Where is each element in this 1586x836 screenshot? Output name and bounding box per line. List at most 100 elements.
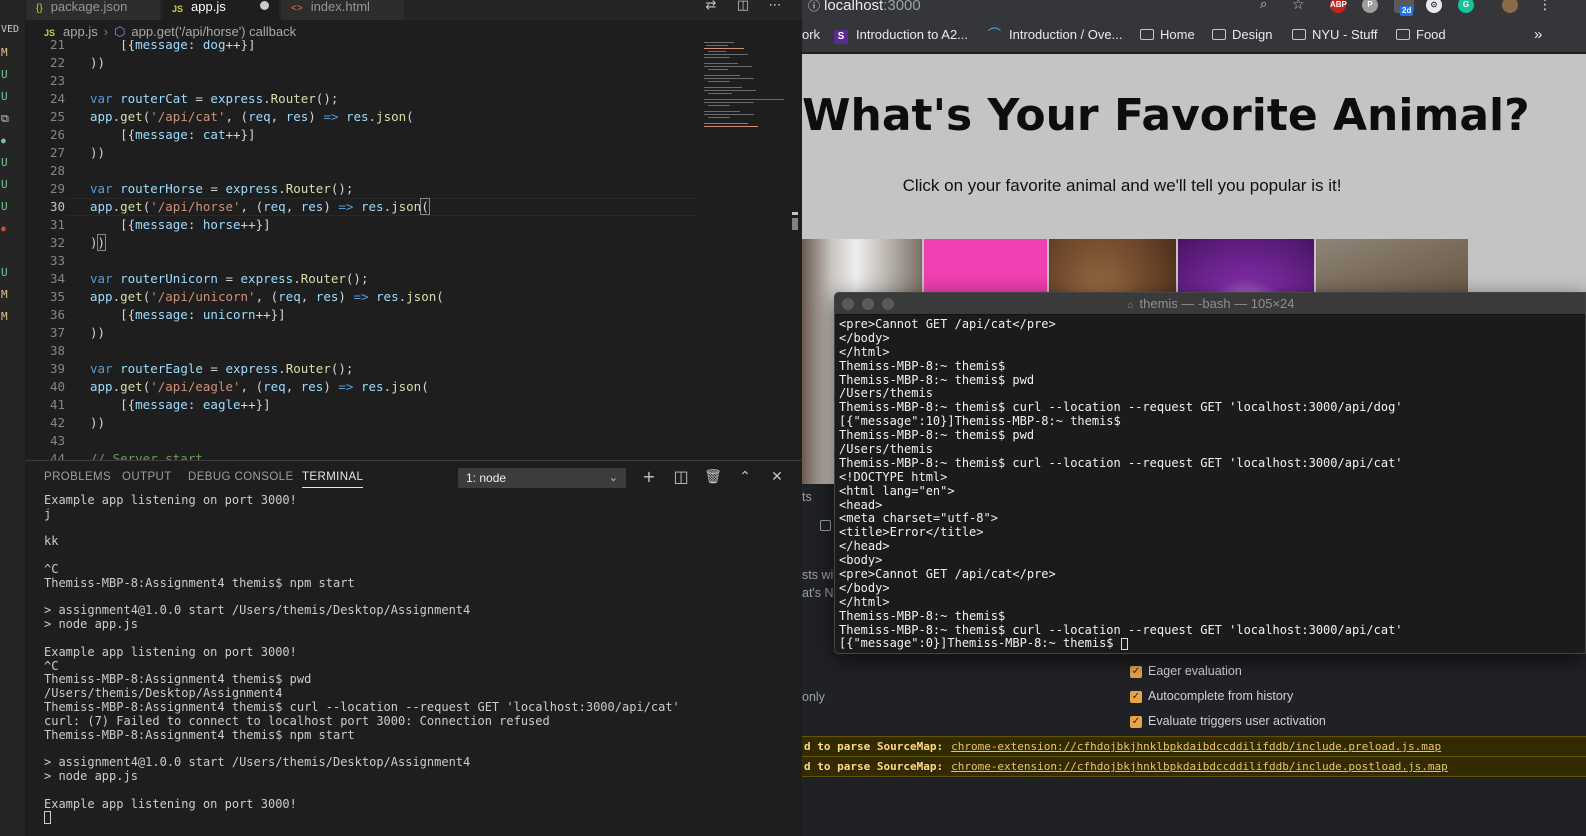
trash-icon[interactable]: 🗑 xyxy=(702,466,724,488)
tab-label: index.html xyxy=(310,0,370,14)
unsaved-dot-icon[interactable] xyxy=(260,1,269,10)
terminal-output[interactable]: <pre>Cannot GET /api/cat</pre> </body> <… xyxy=(839,317,1579,651)
breadcrumb-symbol[interactable]: app.get('/api/horse') callback xyxy=(131,24,296,39)
terminal-select[interactable]: 1: node ⌄ xyxy=(458,468,626,488)
more-actions-icon[interactable]: ⋯ xyxy=(766,0,784,14)
adblock-extension-icon[interactable]: ABP xyxy=(1330,0,1347,13)
code-editor[interactable]: 21 22 23 24 25 26 27 28 29 30 31 32 33 3… xyxy=(26,40,802,460)
git-status-untracked: U xyxy=(1,200,8,213)
terminal-title: ⌂ themis — -bash — 105×24 xyxy=(835,296,1585,311)
console-warning: d to parse SourceMap: chrome-extension://… xyxy=(802,736,1586,757)
collapse-icon[interactable]: ⧉ xyxy=(0,112,26,126)
split-terminal-icon[interactable]: ◫ xyxy=(670,466,692,488)
tab-problems[interactable]: PROBLEMS xyxy=(44,471,111,483)
code-line: [{message: horse++}] xyxy=(90,217,271,232)
terminal-line: ^C xyxy=(44,658,59,673)
bookmark-folder-nyu[interactable]: NYU - Stuff xyxy=(1292,26,1378,44)
bookmark-folder-food[interactable]: Food xyxy=(1396,26,1446,44)
grammarly-extension-icon[interactable]: G xyxy=(1458,0,1474,13)
bookmark-star-icon[interactable]: ☆ xyxy=(1292,0,1305,13)
pinterest-extension-icon[interactable]: P xyxy=(1362,0,1378,13)
integrated-terminal-output[interactable]: Example app listening on port 3000! j kk… xyxy=(44,493,794,825)
line-number: 44 xyxy=(49,451,65,460)
page-title: What's Your Favorite Animal? xyxy=(802,90,1530,141)
bookmark-item[interactable]: ⌒ Introduction / Ove... xyxy=(988,26,1122,44)
terminal-line: Example app listening on port 3000! xyxy=(44,796,297,811)
line-number: 31 xyxy=(49,217,65,232)
bookmark-folder-home[interactable]: Home xyxy=(1140,26,1195,44)
devtools-partial-text: sts wit xyxy=(802,568,837,582)
bottom-panel: PROBLEMS OUTPUT DEBUG CONSOLE TERMINAL 1… xyxy=(26,460,802,836)
js-file-icon: JS xyxy=(44,28,56,38)
terminal-line: <pre>Cannot GET /api/cat</pre> xyxy=(839,567,1056,582)
warning-text: d to parse SourceMap: xyxy=(804,740,944,753)
code-line: [{message: eagle++}] xyxy=(90,397,271,412)
tab-label: app.js xyxy=(191,0,226,14)
sourcemap-link[interactable]: chrome-extension://cfhdojbkjhnklbpkdaibd… xyxy=(951,740,1441,753)
terminal-line: </html> xyxy=(839,344,890,359)
avatar[interactable] xyxy=(1502,0,1518,13)
terminal-line: /Users/themis xyxy=(839,442,933,457)
evaluate-triggers-checkbox[interactable]: ✓ xyxy=(1130,716,1142,728)
bookmark-item[interactable]: ork xyxy=(802,26,820,44)
terminal-cursor-line xyxy=(44,811,794,825)
tab-app-js[interactable]: JS app.js xyxy=(162,0,280,20)
terminal-prompt-line: [{"message":0}]Themiss-MBP-8:~ themis$ xyxy=(839,637,1579,651)
add-terminal-icon[interactable]: + xyxy=(638,466,660,488)
code-line: [{message: dog++}] xyxy=(90,40,256,52)
bookmark-item[interactable]: S Introduction to A2... xyxy=(834,26,968,44)
tab-output[interactable]: OUTPUT xyxy=(122,471,172,483)
git-status-modified: M xyxy=(1,288,8,301)
terminal-titlebar[interactable]: ⌂ themis — -bash — 105×24 xyxy=(835,293,1585,315)
js-file-icon: JS xyxy=(172,4,184,14)
tab-debug-console[interactable]: DEBUG CONSOLE xyxy=(188,471,294,483)
bookmark-folder-design[interactable]: Design xyxy=(1212,26,1272,44)
terminal-title-text: themis — -bash — 105×24 xyxy=(1139,296,1295,311)
tab-package-json[interactable]: {} package.json xyxy=(26,0,161,20)
close-panel-icon[interactable]: ✕ xyxy=(766,466,788,488)
url-text[interactable]: localhost:3000 xyxy=(824,0,921,14)
mac-terminal-window[interactable]: ⌂ themis — -bash — 105×24 <pre>Cannot GET… xyxy=(834,292,1586,654)
folder-icon xyxy=(1140,29,1154,40)
breadcrumb-file[interactable]: app.js xyxy=(63,24,98,39)
checkbox[interactable] xyxy=(820,520,831,531)
console-warning: d to parse SourceMap: chrome-extension://… xyxy=(802,756,1586,777)
code-line: app.get('/api/horse', (req, res) => res.… xyxy=(90,198,430,215)
code-line: var routerUnicorn = express.Router(); xyxy=(90,271,369,286)
chevron-down-icon: ⌄ xyxy=(608,472,618,484)
devtools-partial-text: ts xyxy=(802,490,812,504)
minimap[interactable] xyxy=(702,40,788,140)
chrome-menu-icon[interactable]: ⋮ xyxy=(1538,0,1552,13)
terminal-line: <!DOCTYPE html> xyxy=(839,469,948,484)
terminal-line: [{"message":0}]Themiss-MBP-8:~ themis$ xyxy=(839,636,1121,651)
sourcemap-link[interactable]: chrome-extension://cfhdojbkjhnklbpkdaibd… xyxy=(951,760,1448,773)
split-editor-icon[interactable]: ◫ xyxy=(734,0,752,14)
line-number: 34 xyxy=(49,271,65,286)
extension-icon[interactable]: ⊙ xyxy=(1426,0,1442,13)
bookmark-label: Introduction to A2... xyxy=(856,27,969,42)
scrollbar[interactable] xyxy=(792,212,798,230)
git-status-modified: M xyxy=(1,46,8,59)
terminal-line: /Users/themis xyxy=(839,386,933,401)
code-line: app.get('/api/eagle', (req, res) => res.… xyxy=(90,379,429,394)
tab-terminal[interactable]: TERMINAL xyxy=(302,471,364,488)
site-favicon-icon: ⌒ xyxy=(988,27,1002,42)
address-bar[interactable]: ⓘ localhost:3000 ⌕ ☆ ABP P 2d ⊙ G ⋮ xyxy=(802,0,1586,18)
zoom-icon[interactable]: ⌕ xyxy=(1260,0,1267,12)
maximize-panel-icon[interactable]: ⌃ xyxy=(734,466,756,488)
bookmark-label: Design xyxy=(1232,27,1273,42)
line-number: 32 xyxy=(49,235,65,250)
site-info-icon[interactable]: ⓘ xyxy=(808,0,820,14)
line-number: 27 xyxy=(49,145,65,160)
code-line: var routerHorse = express.Router(); xyxy=(90,181,354,196)
tab-index-html[interactable]: <> index.html xyxy=(281,0,405,20)
autocomplete-checkbox[interactable]: ✓ xyxy=(1130,691,1142,703)
compare-icon[interactable]: ⇄ xyxy=(702,0,720,14)
eager-evaluation-checkbox[interactable]: ✓ xyxy=(1130,666,1142,678)
terminal-line: </html> xyxy=(839,594,890,609)
line-number: 37 xyxy=(49,325,65,340)
more-bookmarks-icon[interactable]: » xyxy=(1534,26,1542,44)
folder-icon xyxy=(1396,29,1410,40)
